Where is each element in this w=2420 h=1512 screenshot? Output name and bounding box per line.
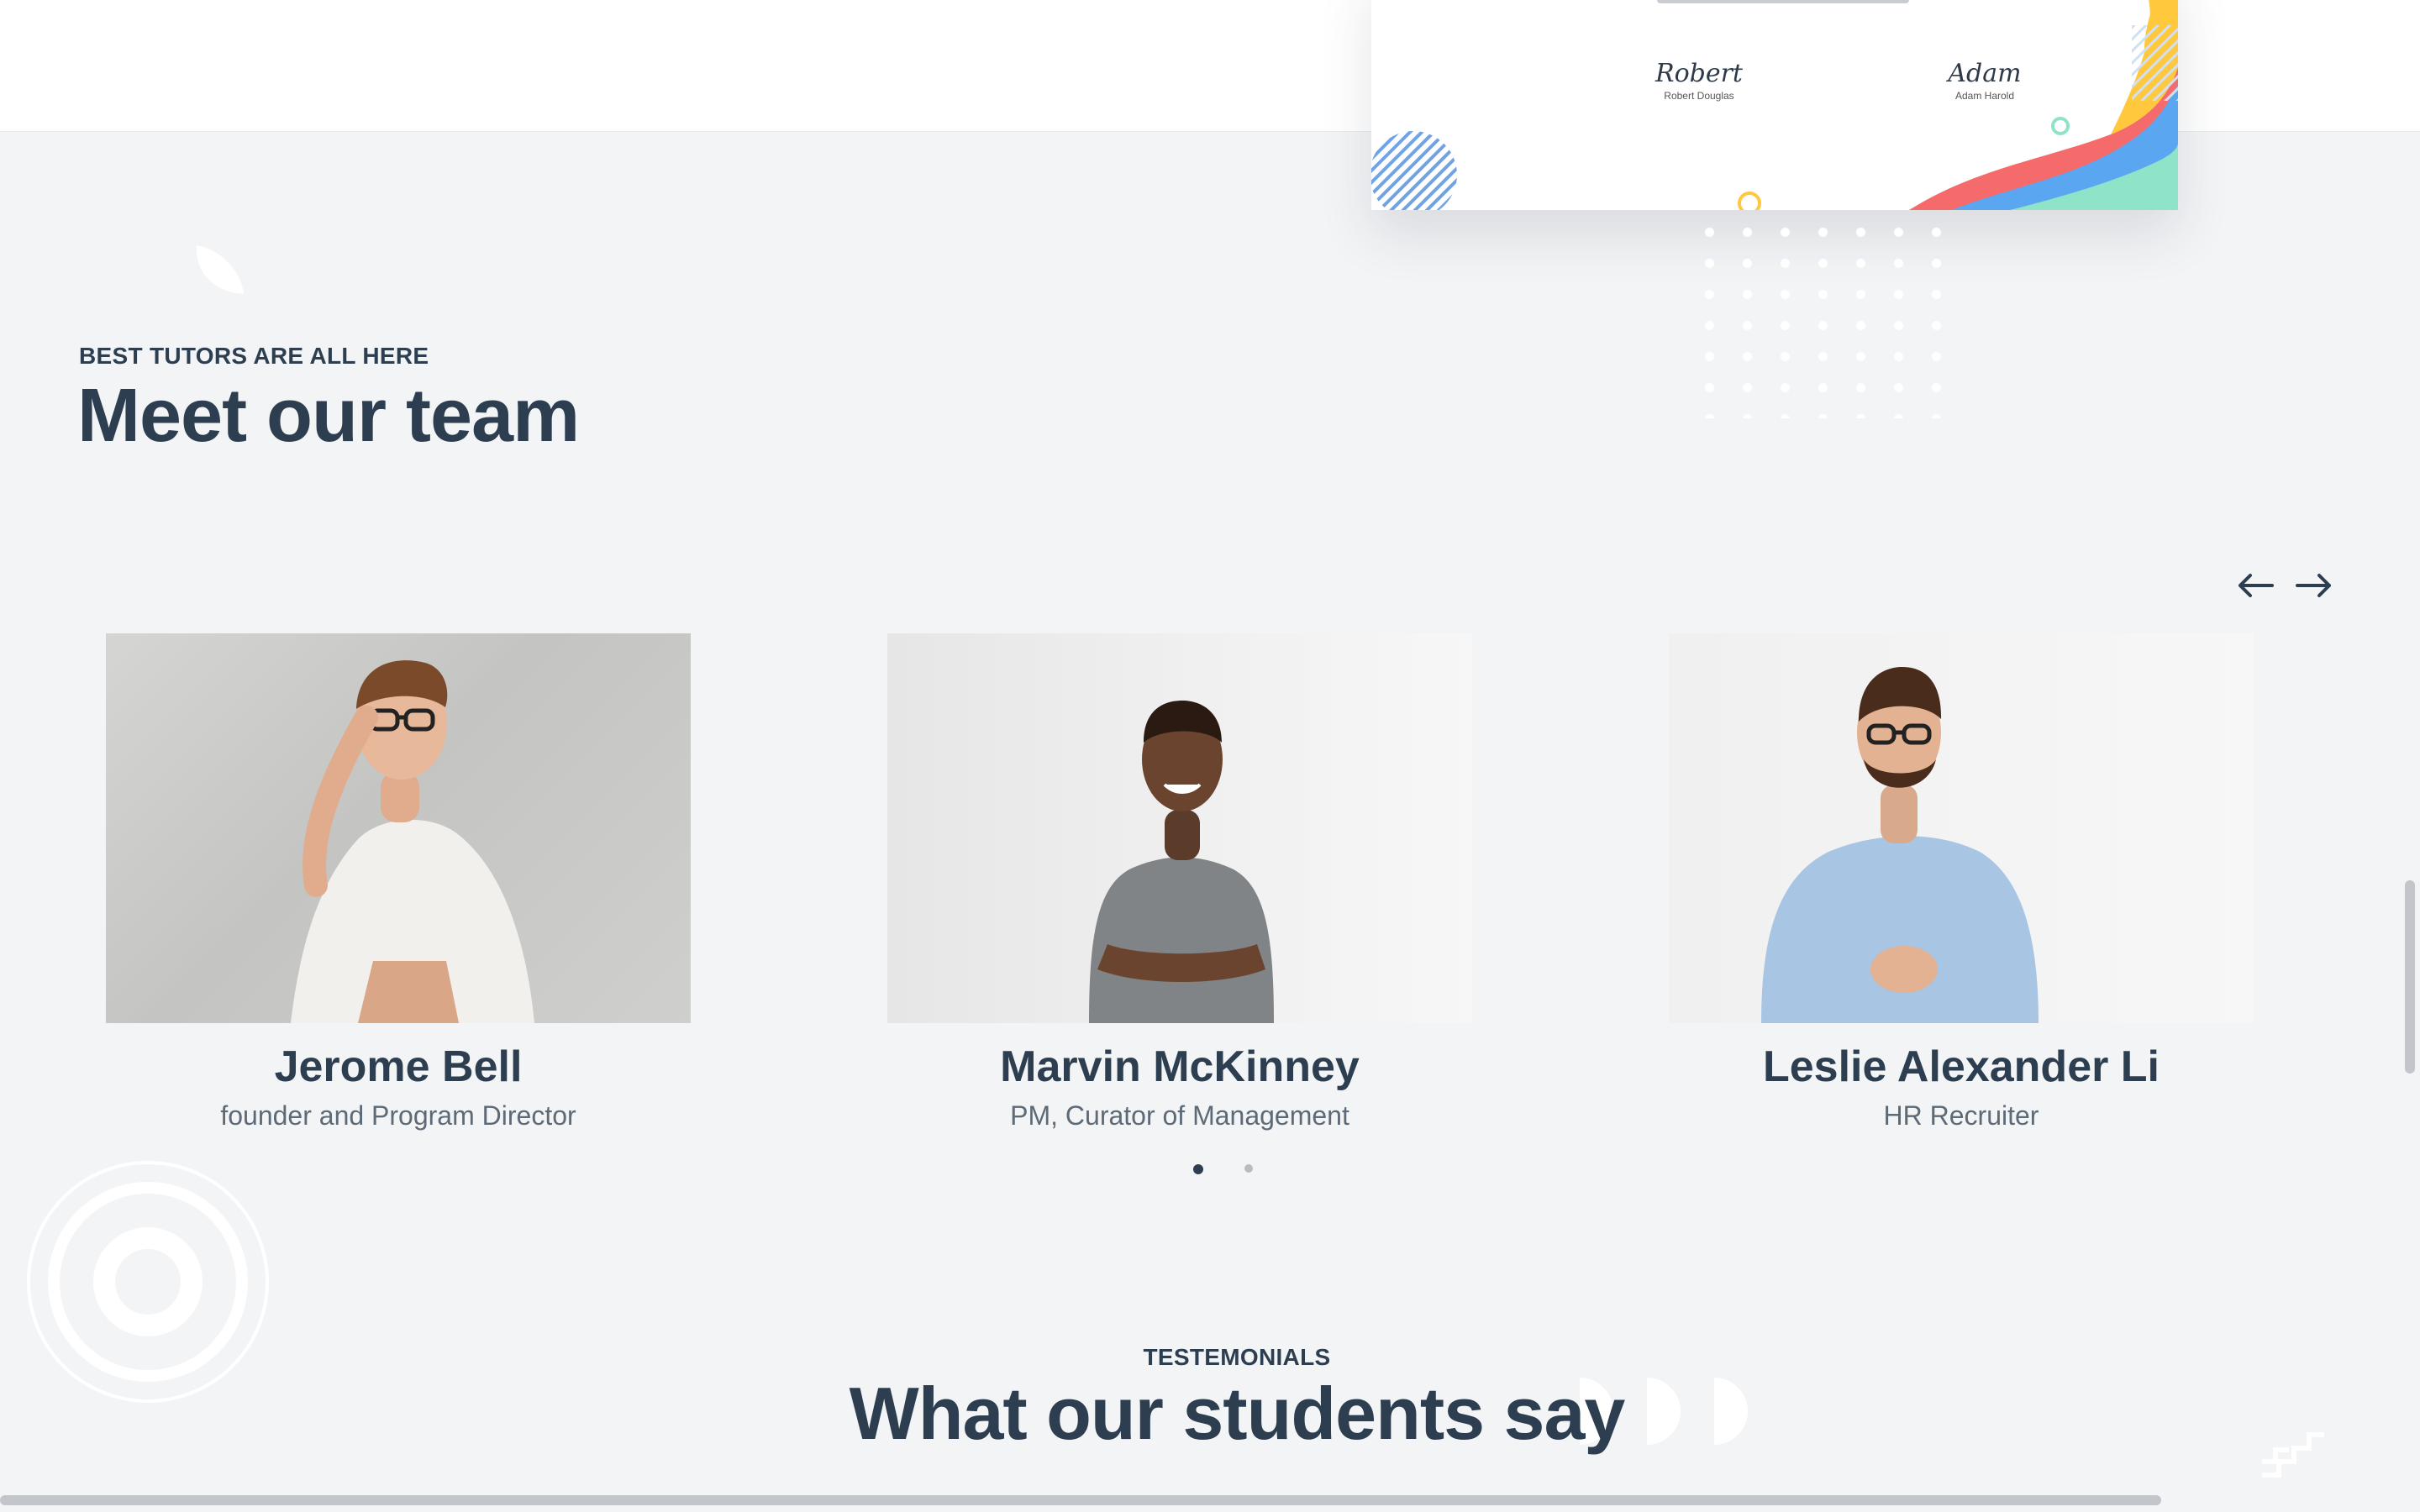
dot-grid-decoration <box>1691 217 1943 418</box>
horizontal-scrollbar-thumb[interactable] <box>0 1495 2161 1505</box>
person-illustration <box>1089 701 1274 1023</box>
arrow-right-icon <box>2296 574 2331 597</box>
carousel-dot-2[interactable] <box>1244 1164 1253 1173</box>
team-member-name: Leslie Alexander Li <box>1762 1042 2160 1091</box>
carousel-dot-1[interactable] <box>1193 1164 1203 1174</box>
arrow-left-icon <box>2238 574 2274 597</box>
team-member-role: PM, Curator of Management <box>1010 1100 1349 1131</box>
carousel-prev-button[interactable] <box>2232 564 2279 606</box>
team-member-photo <box>887 633 1472 1023</box>
testimonials-eyebrow: TESTEMONIALS <box>1143 1344 1331 1370</box>
person-illustration <box>291 660 534 1023</box>
team-title: Meet our team <box>77 374 580 458</box>
team-card-marvin[interactable]: Marvin McKinney PM, Curator of Managemen… <box>887 633 1472 1131</box>
person-illustration <box>1761 667 2039 1023</box>
team-member-name: Jerome Bell <box>274 1042 523 1091</box>
team-member-role: HR Recruiter <box>1883 1100 2039 1131</box>
team-member-photo <box>106 633 691 1023</box>
team-eyebrow: BEST TUTORS ARE ALL HERE <box>79 343 429 369</box>
testimonials-title: What our students say <box>849 1372 1626 1455</box>
leaf-decoration <box>196 245 244 294</box>
carousel-next-button[interactable] <box>2291 564 2338 606</box>
team-member-role: founder and Program Director <box>220 1100 576 1131</box>
team-card-jerome[interactable]: Jerome Bell founder and Program Director <box>106 633 691 1131</box>
certificate-card: Robert Robert Douglas Adam Adam Harold <box>1371 0 2178 210</box>
team-card-leslie[interactable]: Leslie Alexander Li HR Recruiter <box>1669 633 2254 1131</box>
team-member-name: Marvin McKinney <box>1000 1042 1360 1091</box>
vertical-scrollbar-thumb[interactable] <box>2405 880 2415 1074</box>
certificate-decoration <box>1371 0 2178 210</box>
team-member-photo <box>1669 633 2254 1023</box>
